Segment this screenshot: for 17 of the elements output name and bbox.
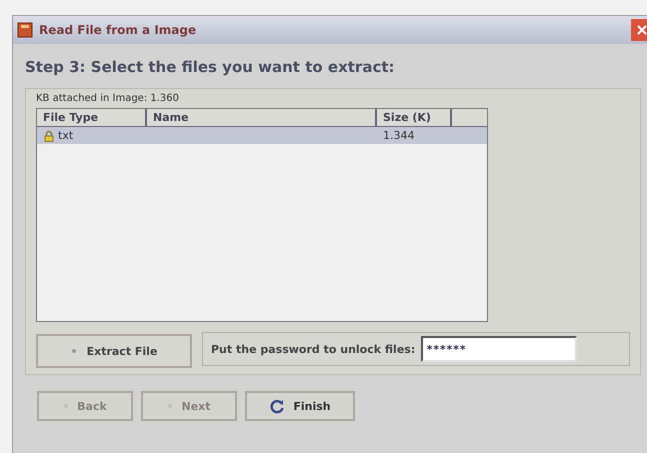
table-cell: txt (58, 129, 74, 142)
step-heading: Step 3: Select the files you want to extract: (25, 58, 396, 76)
dot-icon (70, 348, 77, 354)
finish-button[interactable]: Finish (245, 391, 355, 421)
window-title: Read File from a Image (39, 23, 198, 37)
group-label: KB attached in Image: 1.360 (36, 93, 180, 104)
password-label: Put the password to unlock files: (211, 342, 416, 356)
refresh-icon (269, 398, 286, 414)
dot-icon (167, 403, 174, 409)
table-row[interactable]: txt 1.344 (37, 127, 487, 144)
app-icon (17, 22, 33, 38)
password-field[interactable]: ****** (421, 336, 578, 362)
close-button[interactable] (631, 19, 647, 41)
close-icon (636, 24, 647, 36)
table-cell: 1.344 (383, 129, 414, 142)
extract-button[interactable]: Extract File (36, 334, 192, 368)
dot-icon (63, 403, 70, 409)
